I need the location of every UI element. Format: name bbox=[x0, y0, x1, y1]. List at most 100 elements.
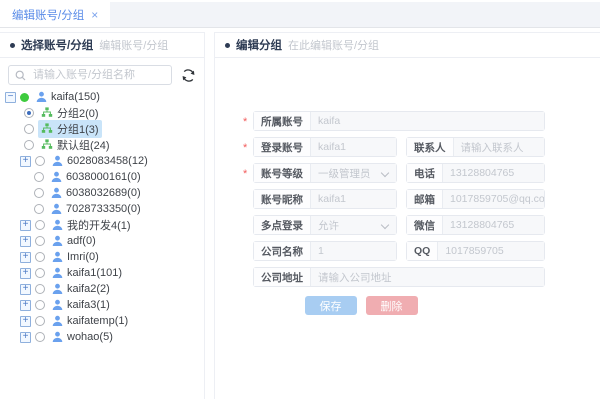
field-label: 多点登录 bbox=[254, 216, 311, 234]
tree-item[interactable]: 分组1(3) bbox=[0, 121, 204, 137]
tree-item-content[interactable]: kaifa3(1) bbox=[49, 298, 113, 312]
tree-item-label[interactable]: 默认组(24) bbox=[57, 137, 110, 153]
radio-button[interactable] bbox=[35, 220, 45, 230]
tree-item[interactable]: + wohao(5) bbox=[0, 329, 204, 345]
expand-plus-icon[interactable]: + bbox=[20, 284, 31, 295]
tree-item-label[interactable]: Imri(0) bbox=[67, 251, 99, 263]
field-input[interactable]: kaifa bbox=[311, 112, 544, 130]
tree-item-label[interactable]: kaifa(150) bbox=[51, 91, 100, 103]
expand-plus-icon[interactable]: + bbox=[20, 236, 31, 247]
tree-item-label[interactable]: 6038000161(0) bbox=[66, 171, 141, 183]
tree-item-content[interactable]: 6038000161(0) bbox=[48, 170, 144, 184]
tree-item-content[interactable]: Imri(0) bbox=[49, 250, 102, 264]
tree-item[interactable]: + 我的开发4(1) bbox=[0, 217, 204, 233]
tab-bar: 编辑账号/分组 × bbox=[0, 0, 600, 28]
radio-button[interactable] bbox=[35, 300, 45, 310]
tree-item[interactable]: +6028083458(12) bbox=[0, 153, 204, 169]
expand-plus-icon[interactable]: + bbox=[20, 268, 31, 279]
field-input[interactable]: kaifa1 bbox=[311, 190, 396, 208]
tree-item-label[interactable]: kaifa1(101) bbox=[67, 267, 122, 279]
required-asterisk: * bbox=[243, 142, 247, 154]
radio-button[interactable] bbox=[35, 156, 45, 166]
radio-button[interactable] bbox=[34, 172, 44, 182]
field-input[interactable]: 1017859705@qq.com bbox=[443, 190, 544, 208]
radio-button[interactable] bbox=[35, 316, 45, 326]
expand-plus-icon[interactable]: + bbox=[20, 316, 31, 327]
tree-item[interactable]: + adf(0) bbox=[0, 233, 204, 249]
tree-item[interactable]: − kaifa(150) bbox=[0, 89, 204, 105]
tree-item-label[interactable]: kaifatemp(1) bbox=[67, 315, 128, 327]
tree-item-content[interactable]: kaifa(150) bbox=[33, 90, 103, 104]
field-input[interactable]: 1017859705 bbox=[438, 242, 544, 260]
field-label: QQ bbox=[407, 242, 438, 260]
expand-plus-icon[interactable]: + bbox=[20, 252, 31, 263]
tree-item[interactable]: 默认组(24) bbox=[0, 137, 204, 153]
field-input[interactable]: 请输入联系人 bbox=[454, 138, 545, 156]
tree-item[interactable]: 分组2(0) bbox=[0, 105, 204, 121]
field-select[interactable]: 允许 bbox=[311, 216, 396, 234]
radio-button[interactable] bbox=[35, 252, 45, 262]
tree-item-label[interactable]: 6038032689(0) bbox=[66, 187, 141, 199]
tree-item-content[interactable]: 6028083458(12) bbox=[49, 154, 151, 168]
field-label: 账号昵称 bbox=[254, 190, 311, 208]
field-input[interactable]: kaifa1 bbox=[311, 138, 396, 156]
tree-item-content[interactable]: kaifa2(2) bbox=[49, 282, 113, 296]
tree-item-content[interactable]: kaifatemp(1) bbox=[49, 314, 131, 328]
radio-button[interactable] bbox=[24, 124, 34, 134]
tree-item[interactable]: + kaifa1(101) bbox=[0, 265, 204, 281]
collapse-minus-icon[interactable]: − bbox=[5, 92, 16, 103]
tree-item-label[interactable]: kaifa3(1) bbox=[67, 299, 110, 311]
tree-item[interactable]: 7028733350(0) bbox=[0, 201, 204, 217]
save-button[interactable]: 保存 bbox=[305, 296, 357, 315]
right-panel-subtitle: 在此编辑账号/分组 bbox=[288, 37, 379, 53]
delete-button[interactable]: 删除 bbox=[366, 296, 418, 315]
account-group-tree-panel: 选择账号/分组 编辑账号/分组 −kaifa(150)分组2(0)分组1(3)默… bbox=[0, 32, 205, 399]
tree-item[interactable]: + kaifatemp(1) bbox=[0, 313, 204, 329]
form-field: 微信13128804765 bbox=[406, 215, 545, 235]
tree-item-label[interactable]: kaifa2(2) bbox=[67, 283, 110, 295]
tree-item-label[interactable]: wohao(5) bbox=[67, 331, 113, 343]
field-input[interactable]: 13128804765 bbox=[443, 216, 544, 234]
expand-plus-icon[interactable]: + bbox=[20, 332, 31, 343]
tree-item-content[interactable]: wohao(5) bbox=[49, 330, 116, 344]
tree-item-content[interactable]: 7028733350(0) bbox=[48, 202, 144, 216]
tree-item-content[interactable]: 我的开发4(1) bbox=[49, 216, 134, 234]
tree-item-label[interactable]: 6028083458(12) bbox=[67, 155, 148, 167]
radio-button[interactable] bbox=[34, 188, 44, 198]
close-icon[interactable]: × bbox=[91, 9, 98, 21]
form-buttons: 保存 删除 bbox=[215, 296, 507, 315]
tree-item-content[interactable]: 默认组(24) bbox=[38, 136, 113, 154]
radio-button[interactable] bbox=[35, 332, 45, 342]
tree-item[interactable]: + kaifa2(2) bbox=[0, 281, 204, 297]
tree-item-content[interactable]: kaifa1(101) bbox=[49, 266, 125, 280]
expand-plus-icon[interactable]: + bbox=[20, 300, 31, 311]
tree-item[interactable]: + Imri(0) bbox=[0, 249, 204, 265]
tree-item-label[interactable]: 我的开发4(1) bbox=[67, 217, 131, 233]
expand-plus-icon[interactable]: + bbox=[20, 156, 31, 167]
tree-item-label[interactable]: adf(0) bbox=[67, 235, 96, 247]
field-select[interactable]: 一级管理员 bbox=[311, 164, 396, 182]
expand-plus-icon[interactable]: + bbox=[20, 220, 31, 231]
tree-item[interactable]: 6038032689(0) bbox=[0, 185, 204, 201]
tree-item[interactable]: + kaifa3(1) bbox=[0, 297, 204, 313]
tree-item-label[interactable]: 7028733350(0) bbox=[66, 203, 141, 215]
field-input[interactable]: 请输入公司地址 bbox=[311, 268, 544, 286]
tree-item-content[interactable]: 6038032689(0) bbox=[48, 186, 144, 200]
tree-item-content[interactable]: adf(0) bbox=[49, 234, 99, 248]
radio-button[interactable] bbox=[34, 204, 44, 214]
tree-item-label[interactable]: 分组1(3) bbox=[57, 121, 99, 137]
radio-button[interactable] bbox=[24, 140, 34, 150]
search-input[interactable] bbox=[31, 68, 165, 82]
radio-button[interactable] bbox=[35, 268, 45, 278]
field-input[interactable]: 13128804765 bbox=[443, 164, 544, 182]
field-input[interactable]: 1 bbox=[311, 242, 396, 260]
radio-button[interactable] bbox=[35, 236, 45, 246]
radio-button[interactable] bbox=[35, 284, 45, 294]
tab-edit-account-group[interactable]: 编辑账号/分组 × bbox=[0, 2, 110, 27]
search-box[interactable] bbox=[8, 65, 172, 85]
refresh-icon[interactable] bbox=[181, 68, 196, 83]
edit-group-panel: 编辑分组 在此编辑账号/分组 *所属账号kaifa*登录账号kaifa1联系人请… bbox=[214, 32, 600, 399]
tree-item[interactable]: 6038000161(0) bbox=[0, 169, 204, 185]
radio-button[interactable] bbox=[24, 108, 34, 118]
tree-item-label[interactable]: 分组2(0) bbox=[57, 105, 99, 121]
